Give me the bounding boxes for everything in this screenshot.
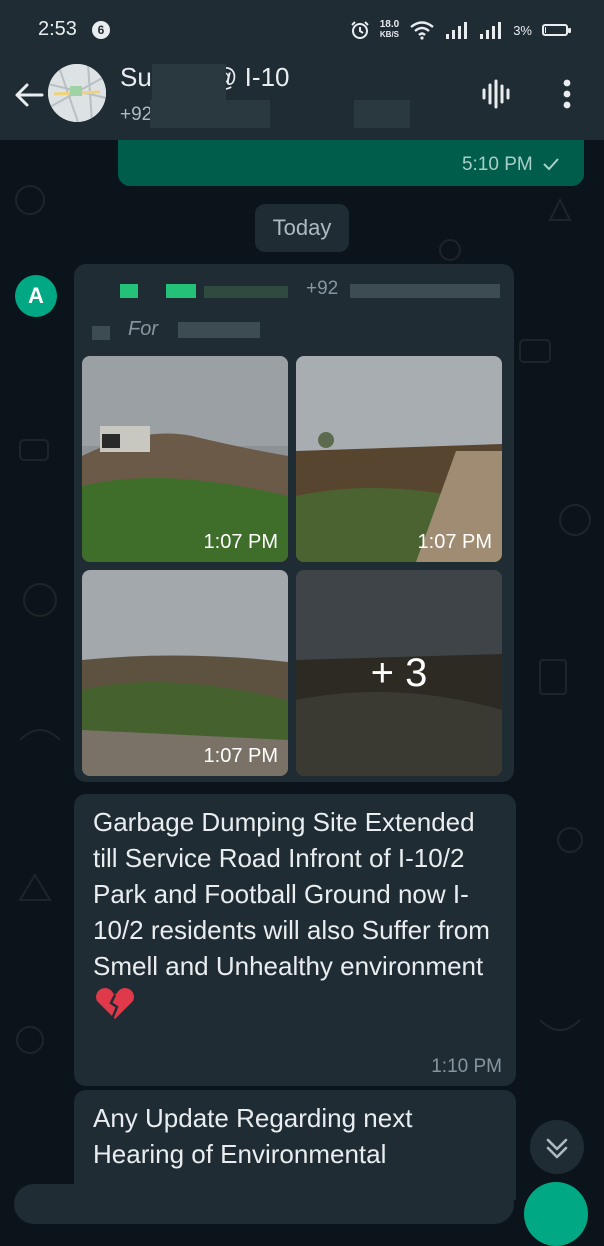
photo-thumbnail[interactable]: 1:07 PM — [82, 570, 288, 776]
sender-name-redacted — [204, 286, 288, 298]
scroll-to-bottom-button[interactable] — [530, 1120, 584, 1174]
read-check-icon — [543, 158, 559, 171]
redaction-block — [354, 100, 410, 128]
incoming-text-message[interactable]: Garbage Dumping Site Extended till Servi… — [74, 794, 516, 1086]
chat-area[interactable]: 5:10 PM Today A +92 For 1:07 PM 1:07 PM … — [0, 140, 604, 1200]
forwarded-redacted — [178, 322, 260, 338]
redaction-block — [150, 100, 270, 128]
sender-phone: +92 — [306, 278, 339, 299]
status-time: 2:53 — [38, 18, 77, 40]
photo-thumbnail-more[interactable]: + 3 — [296, 570, 502, 776]
forwarded-icon — [92, 326, 110, 340]
battery-percent: 3% — [513, 22, 532, 38]
sender-name-redacted — [166, 284, 196, 298]
voice-wave-icon[interactable] — [478, 78, 516, 110]
net-speed: 18.0 KB/S — [379, 19, 400, 40]
message-time-row: 5:10 PM — [462, 154, 560, 176]
status-bar: 2:53 6 18.0 KB/S 3% — [0, 0, 604, 60]
redaction-block — [152, 64, 226, 104]
send-button[interactable] — [524, 1182, 588, 1246]
message-text: Any Update Regarding next Hearing of Env… — [93, 1103, 413, 1169]
signal-icon — [446, 22, 468, 39]
battery-icon — [542, 24, 571, 36]
forwarded-label: For — [128, 318, 158, 340]
double-chevron-down-icon — [546, 1138, 568, 1159]
broken-heart-emoji — [96, 988, 134, 1020]
sender-avatar[interactable]: A — [15, 275, 57, 317]
more-vert-icon[interactable] — [558, 76, 576, 112]
wifi-icon — [410, 21, 434, 40]
status-icons: 18.0 KB/S 3% — [350, 18, 571, 42]
outgoing-message[interactable]: 5:10 PM — [118, 140, 584, 186]
photo-thumbnail[interactable]: 1:07 PM — [296, 356, 502, 562]
map-thumbnail — [48, 64, 106, 122]
photo-thumbnail[interactable]: 1:07 PM — [82, 356, 288, 562]
signal-icon — [480, 22, 502, 39]
more-photos-count: + 3 — [370, 650, 428, 695]
message-input[interactable] — [14, 1184, 514, 1224]
date-divider: Today — [255, 204, 349, 252]
group-avatar[interactable] — [48, 64, 106, 122]
alarm-icon — [351, 21, 369, 39]
sender-name-redacted — [120, 284, 138, 298]
photo-time: 1:07 PM — [203, 745, 278, 767]
photo-time: 1:07 PM — [203, 531, 278, 553]
photo-time: 1:07 PM — [417, 531, 492, 553]
back-arrow-icon[interactable] — [12, 78, 46, 112]
notification-badge: 6 — [92, 21, 110, 39]
message-text: Garbage Dumping Site Extended till Servi… — [93, 804, 503, 1021]
phone-redacted — [350, 284, 500, 298]
message-time: 1:10 PM — [431, 1056, 502, 1077]
